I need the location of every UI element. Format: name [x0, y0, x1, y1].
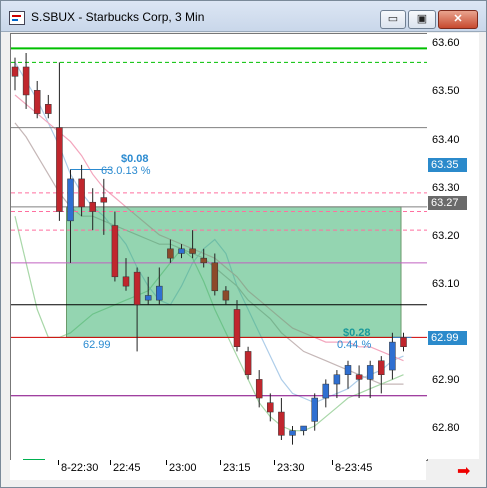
candle-body: [200, 257, 207, 264]
price-tick-label: 62.90: [432, 374, 460, 386]
candle-body: [22, 66, 30, 96]
candle-body: [100, 197, 108, 203]
candle-body: [355, 374, 363, 380]
price-chart-area[interactable]: $0.08 63.0.13 % $0.28 0.44 % 62.99: [10, 33, 428, 461]
price-tick-label: 63.50: [432, 85, 460, 97]
candle-body: [311, 397, 318, 422]
scroll-right-arrow-icon[interactable]: ➡: [457, 461, 470, 481]
candle-body: [67, 178, 74, 222]
time-axis[interactable]: 8-22:30 22:45 23:00 23:15 23:30 8-23:45: [10, 460, 426, 480]
candle-body: [89, 201, 96, 212]
candle-body: [133, 271, 141, 306]
close-button[interactable]: ✕: [438, 10, 478, 29]
candle-body: [45, 104, 52, 114]
price-marker-level: 63.27: [428, 196, 467, 210]
candle-body: [56, 127, 63, 212]
price-tick-label: 63.40: [432, 134, 460, 146]
candlestick-chart: $0.0863.0.13 % $0.280.44 % 62.99: [11, 47, 427, 445]
candle-body: [222, 290, 230, 301]
chart-app-icon: [9, 11, 25, 25]
minimize-button[interactable]: ▭: [380, 10, 406, 29]
chart-window: S.SBUX - Starbucks Corp, 3 Min ▭ ▣ ✕ $0.…: [0, 0, 487, 488]
candle-body: [289, 430, 296, 436]
time-tick: [166, 460, 167, 465]
time-tick: [58, 460, 59, 465]
time-tick-label: 22:45: [113, 462, 141, 474]
measure-dollar-label: $0.28: [343, 327, 371, 339]
candle-body: [11, 66, 19, 77]
candle-body: [233, 309, 241, 348]
time-tick-label: 23:30: [277, 462, 305, 474]
time-tick: [220, 460, 221, 465]
price-tick-label: 62.80: [432, 422, 460, 434]
time-tick-label: 23:15: [223, 462, 251, 474]
candle-body: [278, 411, 285, 436]
candle-body: [378, 360, 385, 375]
candle-body: [178, 248, 185, 254]
candle-body: [33, 90, 41, 114]
candle-body: [344, 365, 352, 375]
candle-body: [255, 379, 263, 399]
box-price-label: 62.99: [83, 339, 111, 351]
window-title: S.SBUX - Starbucks Corp, 3 Min: [31, 10, 205, 24]
price-tick-label: 63.30: [432, 182, 460, 194]
time-tick-label: 8-23:45: [335, 462, 373, 474]
measure-dollar-label: $0.08: [121, 153, 149, 165]
candle-body: [144, 295, 152, 301]
measure-percent-label: 63.0.13 %: [101, 165, 151, 177]
time-tick: [332, 460, 333, 465]
price-marker-last: 62.99: [428, 331, 467, 345]
candle-body: [333, 374, 341, 385]
candle-body: [189, 248, 196, 254]
time-tick-label: 23:00: [169, 462, 197, 474]
candle-body: [167, 248, 174, 259]
time-tick-label: 8-22:30: [61, 462, 99, 474]
candle-body: [244, 351, 252, 375]
candle-body: [122, 276, 130, 287]
time-tick: [274, 460, 275, 465]
title-bar[interactable]: S.SBUX - Starbucks Corp, 3 Min ▭ ▣ ✕: [1, 1, 486, 32]
price-axis[interactable]: 63.60 63.50 63.40 63.30 63.20 63.10 62.9…: [427, 33, 479, 459]
candle-body: [211, 262, 219, 292]
candle-body: [366, 365, 374, 380]
candle-body: [267, 402, 274, 413]
time-tick: [110, 460, 111, 465]
candle-body: [389, 341, 396, 371]
candle-body: [156, 285, 163, 301]
candle-body: [111, 225, 119, 278]
maximize-button[interactable]: ▣: [408, 10, 436, 29]
price-marker-measure: 63.35: [428, 158, 467, 172]
candle-body: [300, 425, 307, 431]
price-tick-label: 63.10: [432, 278, 460, 290]
price-tick-label: 63.20: [432, 230, 460, 242]
candle-body: [322, 383, 330, 399]
measure-percent-label: 0.44 %: [337, 339, 371, 351]
price-tick-label: 63.60: [432, 37, 460, 49]
candle-body: [400, 337, 407, 348]
candle-body: [78, 178, 85, 208]
